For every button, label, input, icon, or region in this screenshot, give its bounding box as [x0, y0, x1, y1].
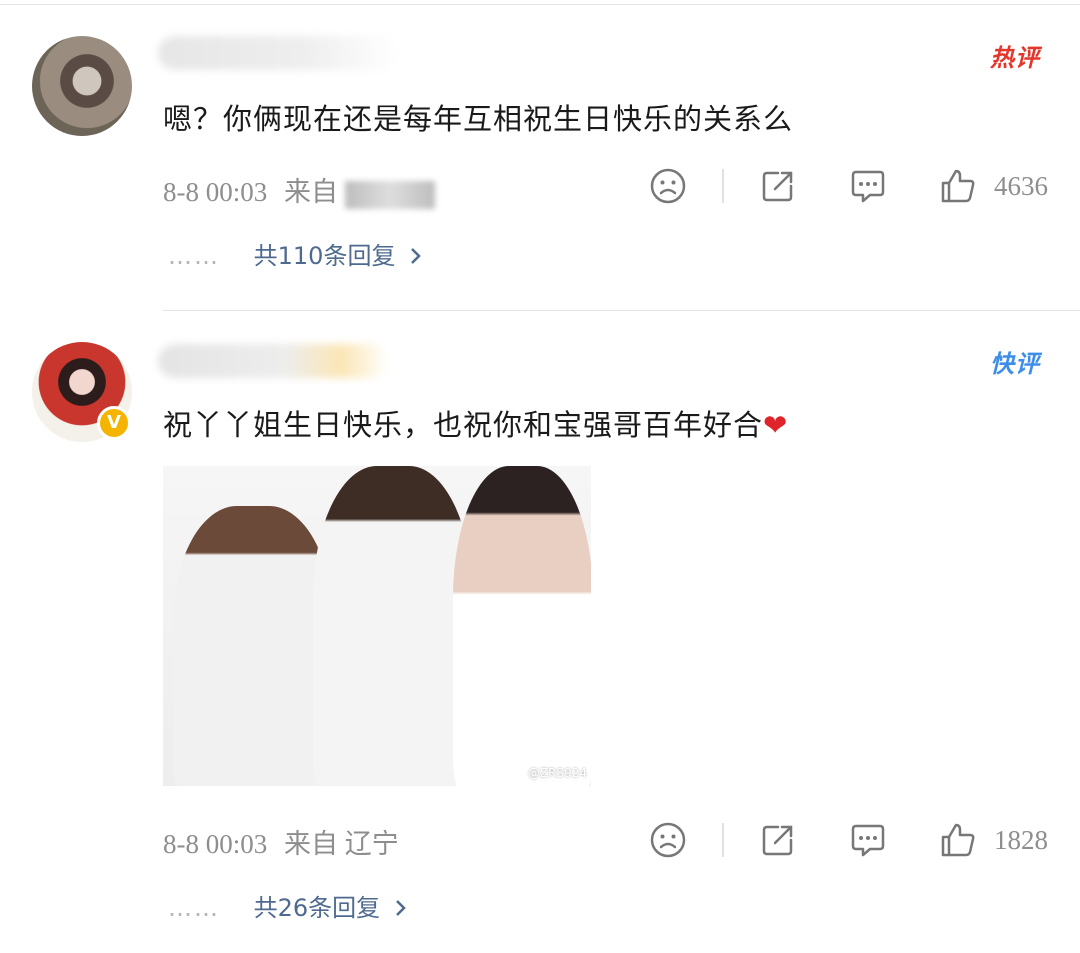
comment-icon[interactable] [850, 168, 886, 204]
chevron-right-icon [394, 896, 408, 924]
thumbs-up-icon[interactable] [940, 822, 976, 858]
comment-time: 8-8 00:03 [163, 177, 268, 207]
comment-text-body: 祝丫丫姐生日快乐，也祝你和宝强哥百年好合 [163, 408, 764, 442]
location-prefix: 来自 [284, 177, 338, 207]
reply-count-link[interactable]: 共26条回复 [254, 894, 381, 922]
avatar[interactable] [32, 36, 132, 136]
reply-dots: …… [168, 242, 220, 270]
photo-figure-right [453, 466, 591, 786]
chevron-right-icon [409, 244, 423, 272]
photo-figure-center [313, 466, 473, 786]
comment-icon[interactable] [850, 822, 886, 858]
username-blurred[interactable] [158, 36, 398, 70]
action-divider [722, 169, 724, 203]
comment-meta: 8-8 00:03 来自 [163, 170, 435, 209]
share-icon[interactable] [760, 822, 796, 858]
action-divider [722, 823, 724, 857]
comment-meta: 8-8 00:03 来自 辽宁 [163, 822, 399, 861]
photo-figure-left [173, 506, 333, 786]
reply-count-link[interactable]: 共110条回复 [254, 242, 396, 270]
top-divider [0, 4, 1080, 5]
comment-text: 嗯？你俩现在还是每年互相祝生日快乐的关系么 [163, 102, 794, 136]
comment-actions: 4636 [650, 166, 1048, 206]
comment-text: 祝丫丫姐生日快乐，也祝你和宝强哥百年好合❤ [163, 402, 788, 444]
thumbs-up-icon[interactable] [940, 168, 976, 204]
like-count: 1828 [994, 824, 1048, 855]
comment-time: 8-8 00:03 [163, 829, 268, 859]
reply-summary[interactable]: …… 共26条回复 [168, 888, 408, 924]
username-blurred[interactable] [158, 344, 388, 378]
verified-icon: V [97, 406, 131, 440]
like-count: 4636 [994, 170, 1048, 201]
hot-comment-badge: 热评 [990, 44, 1040, 72]
comment-actions: 1828 [650, 820, 1048, 860]
sad-face-icon[interactable] [650, 822, 686, 858]
location-blurred [344, 180, 435, 209]
fast-comment-badge: 快评 [990, 350, 1040, 378]
location: 辽宁 [344, 829, 399, 859]
comment-photo[interactable]: @ZRS924 [163, 466, 591, 786]
reply-summary[interactable]: …… 共110条回复 [168, 236, 423, 272]
reply-dots: …… [168, 894, 220, 922]
comment-divider [163, 310, 1080, 311]
photo-watermark: @ZRS924 [527, 766, 587, 780]
share-icon[interactable] [760, 168, 796, 204]
sad-face-icon[interactable] [650, 168, 686, 204]
heart-emoji: ❤ [763, 408, 789, 442]
location-prefix: 来自 [284, 829, 338, 859]
